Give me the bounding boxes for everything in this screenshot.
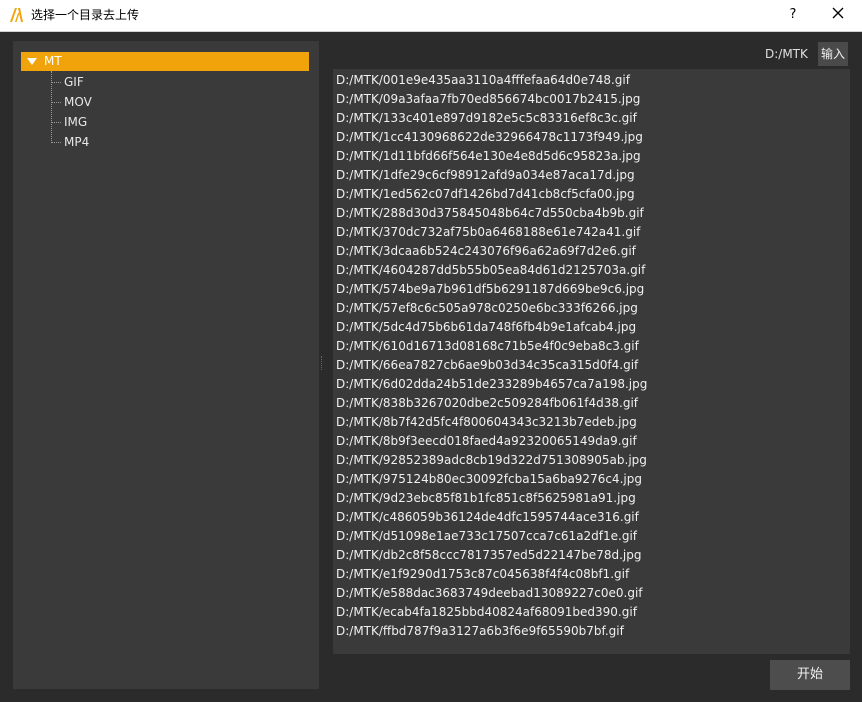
tree-branch-line bbox=[52, 82, 61, 83]
file-list-item[interactable]: D:/MTK/4604287dd5b55b05ea84d61d2125703a.… bbox=[336, 261, 645, 279]
tree-branch-line bbox=[52, 102, 61, 103]
file-list-item[interactable]: D:/MTK/133c401e897d9182e5c5c83316ef8c3c.… bbox=[336, 109, 637, 127]
window-title: 选择一个目录去上传 bbox=[31, 8, 140, 22]
file-list-item[interactable]: D:/MTK/d51098e1ae733c17507cca7c61a2df1e.… bbox=[336, 527, 637, 545]
title-bar: 选择一个目录去上传 ? bbox=[0, 0, 862, 32]
tree-item-mov[interactable]: MOV bbox=[52, 92, 172, 112]
tree-item-label: IMG bbox=[64, 115, 88, 129]
file-list-item[interactable]: D:/MTK/6d02dda24b51de233289b4657ca7a198.… bbox=[336, 375, 647, 393]
file-list-item[interactable]: D:/MTK/8b9f3eecd018faed4a92320065149da9.… bbox=[336, 432, 637, 450]
file-list-item[interactable]: D:/MTK/574be9a7b961df5b6291187d669be9c6.… bbox=[336, 280, 644, 298]
tree-branch-line bbox=[52, 122, 61, 123]
expand-arrow-icon[interactable] bbox=[27, 58, 37, 65]
file-list-item[interactable]: D:/MTK/09a3afaa7fb70ed856674bc0017b2415.… bbox=[336, 90, 640, 108]
file-list-item[interactable]: D:/MTK/975124b80ec30092fcba15a6ba9276c4.… bbox=[336, 470, 642, 488]
file-list-item[interactable]: D:/MTK/1ed562c07df1426bd7d41cb8cf5cfa00.… bbox=[336, 185, 635, 203]
tree-item-label: MP4 bbox=[64, 135, 90, 149]
tree-branch-line bbox=[52, 142, 61, 143]
file-list-item[interactable]: D:/MTK/1d11bfd66f564e130e4e8d5d6c95823a.… bbox=[336, 147, 641, 165]
close-icon bbox=[831, 5, 845, 24]
tree-item-root[interactable]: MT bbox=[21, 52, 309, 71]
input-button[interactable]: 输入 bbox=[818, 42, 848, 66]
app-logo-icon bbox=[9, 7, 24, 23]
current-path-label: D:/MTK bbox=[765, 47, 808, 61]
file-list-item[interactable]: D:/MTK/66ea7827cb6ae9b03d34c35ca315d0f4.… bbox=[336, 356, 638, 374]
help-button[interactable]: ? bbox=[780, 4, 806, 26]
tree-item-img[interactable]: IMG bbox=[52, 112, 172, 132]
file-list-item[interactable]: D:/MTK/e1f9290d1753c87c045638f4f4c08bf1.… bbox=[336, 565, 629, 583]
file-list-item[interactable]: D:/MTK/ffbd787f9a3127a6b3f6e9f65590b7bf.… bbox=[336, 622, 624, 640]
tree-item-label: MT bbox=[44, 54, 62, 68]
tree-item-label: MOV bbox=[64, 95, 92, 109]
start-button[interactable]: 开始 bbox=[770, 660, 850, 690]
file-list-item[interactable]: D:/MTK/8b7f42d5fc4f800604343c3213b7edeb.… bbox=[336, 413, 637, 431]
file-list-item[interactable]: D:/MTK/57ef8c6c505a978c0250e6bc333f6266.… bbox=[336, 299, 638, 317]
tree-item-label: GIF bbox=[64, 75, 84, 89]
file-list-item[interactable]: D:/MTK/92852389adc8cb19d322d751308905ab.… bbox=[336, 451, 647, 469]
tree-item-gif[interactable]: GIF bbox=[52, 72, 172, 92]
file-list-item[interactable]: D:/MTK/db2c8f58ccc7817357ed5d22147be78d.… bbox=[336, 546, 641, 564]
file-list-item[interactable]: D:/MTK/610d16713d08168c71b5e4f0c9eba8c3.… bbox=[336, 337, 639, 355]
close-button[interactable] bbox=[825, 4, 851, 26]
file-list-item[interactable]: D:/MTK/1cc4130968622de32966478c1173f949.… bbox=[336, 128, 643, 146]
file-list-item[interactable]: D:/MTK/5dc4d75b6b61da748f6fb4b9e1afcab4.… bbox=[336, 318, 636, 336]
file-list[interactable]: D:/MTK/001e9e435aa3110a4fffefaa64d0e748.… bbox=[333, 69, 850, 654]
file-list-item[interactable]: D:/MTK/001e9e435aa3110a4fffefaa64d0e748.… bbox=[336, 71, 630, 89]
panel-splitter-handle[interactable] bbox=[321, 356, 324, 370]
file-list-item[interactable]: D:/MTK/1dfe29c6cf98912afd9a034e87aca17d.… bbox=[336, 166, 635, 184]
file-list-item[interactable]: D:/MTK/c486059b36124de4dfc1595744ace316.… bbox=[336, 508, 639, 526]
file-list-item[interactable]: D:/MTK/838b3267020dbe2c509284fb061f4d38.… bbox=[336, 394, 638, 412]
file-list-item[interactable]: D:/MTK/3dcaa6b524c243076f96a62a69f7d2e6.… bbox=[336, 242, 636, 260]
tree-item-mp4[interactable]: MP4 bbox=[52, 132, 172, 152]
file-list-item[interactable]: D:/MTK/ecab4fa1825bbd40824af68091bed390.… bbox=[336, 603, 637, 621]
file-list-item[interactable]: D:/MTK/e588dac3683749deebad13089227c0e0.… bbox=[336, 584, 643, 602]
file-list-item[interactable]: D:/MTK/370dc732af75b0a6468188e61e742a41.… bbox=[336, 223, 640, 241]
file-list-item[interactable]: D:/MTK/9d23ebc85f81b1fc851c8f5625981a91.… bbox=[336, 489, 636, 507]
file-list-item[interactable]: D:/MTK/288d30d375845048b64c7d550cba4b9b.… bbox=[336, 204, 644, 222]
